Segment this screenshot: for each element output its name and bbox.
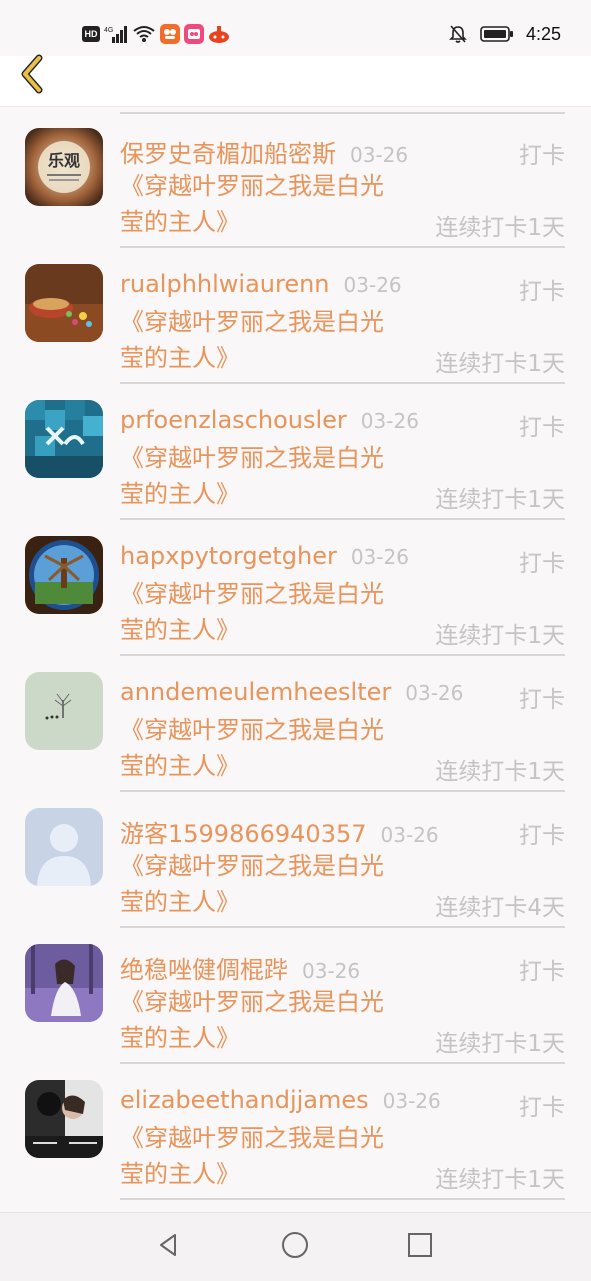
checkin-label: 打卡 bbox=[519, 959, 565, 985]
checkin-list[interactable]: 乐观 保罗史奇楣加船密斯 03-26 打卡 《穿越叶罗丽之我是白光莹的主人》 连续… bbox=[0, 112, 591, 1212]
nav-back-button[interactable] bbox=[150, 1229, 186, 1265]
checkin-label: 打卡 bbox=[519, 823, 565, 849]
user-name[interactable]: 绝稳唑健倜棍跸 03-26 bbox=[120, 950, 360, 985]
chevron-left-icon bbox=[17, 54, 47, 98]
checkin-label: 打卡 bbox=[519, 415, 565, 441]
book-title[interactable]: 《穿越叶罗丽之我是白光莹的主人》 bbox=[120, 848, 400, 920]
book-title[interactable]: 《穿越叶罗丽之我是白光莹的主人》 bbox=[120, 168, 400, 240]
avatar[interactable] bbox=[25, 536, 103, 614]
user-name[interactable]: hapxpytorgetgher 03-26 bbox=[120, 542, 409, 570]
user-name-text[interactable]: prfoenzlaschousler bbox=[120, 406, 347, 434]
list-item[interactable]: elizabeethandjjames 03-26 打卡 《穿越叶罗丽之我是白光莹… bbox=[0, 1064, 591, 1200]
battery-icon bbox=[480, 25, 514, 43]
nav-recents-button[interactable] bbox=[402, 1229, 438, 1265]
book-title[interactable]: 《穿越叶罗丽之我是白光莹的主人》 bbox=[120, 1120, 400, 1192]
app-icon bbox=[208, 24, 230, 44]
list-item[interactable]: rualphhlwiaurenn 03-26 打卡 《穿越叶罗丽之我是白光莹的主人… bbox=[0, 248, 591, 384]
user-name[interactable]: 保罗史奇楣加船密斯 03-26 bbox=[120, 134, 408, 169]
user-name[interactable]: rualphhlwiaurenn 03-26 bbox=[120, 270, 402, 298]
list-item[interactable]: 乐观 保罗史奇楣加船密斯 03-26 打卡 《穿越叶罗丽之我是白光莹的主人》 连续… bbox=[0, 112, 591, 248]
list-item[interactable]: anndemeulemheeslter 03-26 打卡 《穿越叶罗丽之我是白光莹… bbox=[0, 656, 591, 792]
user-name[interactable]: prfoenzlaschousler 03-26 bbox=[120, 406, 419, 434]
status-right-icons: 4:25 bbox=[448, 20, 561, 48]
square-recents-icon bbox=[407, 1232, 433, 1262]
date: 03-26 bbox=[382, 1089, 441, 1113]
list-item[interactable]: prfoenzlaschousler 03-26 打卡 《穿越叶罗丽之我是白光莹的… bbox=[0, 384, 591, 520]
hd-icon: HD bbox=[82, 26, 100, 42]
user-name[interactable]: 游客1599866940357 03-26 bbox=[120, 814, 439, 849]
date: 03-26 bbox=[405, 681, 464, 705]
streak-text: 连续打卡1天 bbox=[435, 215, 565, 241]
back-button[interactable] bbox=[12, 54, 52, 98]
row-divider bbox=[120, 1198, 565, 1200]
mute-icon bbox=[448, 24, 468, 44]
date: 03-26 bbox=[350, 143, 409, 167]
status-bar: HD 4G 4:25 bbox=[0, 0, 591, 56]
book-title[interactable]: 《穿越叶罗丽之我是白光莹的主人》 bbox=[120, 440, 400, 512]
user-name-text[interactable]: hapxpytorgetgher bbox=[120, 542, 337, 570]
date: 03-26 bbox=[350, 545, 409, 569]
status-time: 4:25 bbox=[525, 23, 561, 44]
list-item[interactable]: 绝稳唑健倜棍跸 03-26 打卡 《穿越叶罗丽之我是白光莹的主人》 连续打卡1天 bbox=[0, 928, 591, 1064]
signal-icon: 4G bbox=[104, 25, 128, 43]
streak-text: 连续打卡1天 bbox=[435, 1167, 565, 1193]
streak-text: 连续打卡1天 bbox=[435, 351, 565, 377]
book-title[interactable]: 《穿越叶罗丽之我是白光莹的主人》 bbox=[120, 576, 400, 648]
checkin-label: 打卡 bbox=[519, 279, 565, 305]
avatar[interactable] bbox=[25, 672, 103, 750]
streak-text: 连续打卡1天 bbox=[435, 1031, 565, 1057]
list-item[interactable]: hapxpytorgetgher 03-26 打卡 《穿越叶罗丽之我是白光莹的主人… bbox=[0, 520, 591, 656]
list-item[interactable]: 游客1599866940357 03-26 打卡 《穿越叶罗丽之我是白光莹的主人》… bbox=[0, 792, 591, 928]
streak-text: 连续打卡4天 bbox=[435, 895, 565, 921]
streak-text: 连续打卡1天 bbox=[435, 487, 565, 513]
streak-text: 连续打卡1天 bbox=[435, 623, 565, 649]
user-name[interactable]: anndemeulemheeslter 03-26 bbox=[120, 678, 463, 706]
checkin-label: 打卡 bbox=[519, 687, 565, 713]
date: 03-26 bbox=[343, 273, 402, 297]
date: 03-26 bbox=[360, 409, 419, 433]
avatar[interactable] bbox=[25, 400, 103, 478]
checkin-label: 打卡 bbox=[519, 1095, 565, 1121]
user-name-text[interactable]: rualphhlwiaurenn bbox=[120, 270, 330, 298]
system-nav-bar bbox=[0, 1212, 591, 1281]
book-title[interactable]: 《穿越叶罗丽之我是白光莹的主人》 bbox=[120, 304, 400, 376]
user-name-text[interactable]: anndemeulemheeslter bbox=[120, 678, 391, 706]
wifi-icon bbox=[132, 25, 156, 43]
app-icon bbox=[160, 24, 180, 44]
avatar[interactable] bbox=[25, 264, 103, 342]
user-name-text[interactable]: 游客1599866940357 bbox=[120, 820, 367, 848]
user-name-text[interactable]: 保罗史奇楣加船密斯 bbox=[120, 140, 336, 168]
date: 03-26 bbox=[302, 959, 361, 983]
checkin-label: 打卡 bbox=[519, 143, 565, 169]
avatar-text: 乐观 bbox=[48, 151, 80, 170]
checkin-label: 打卡 bbox=[519, 551, 565, 577]
date: 03-26 bbox=[380, 823, 439, 847]
circle-home-icon bbox=[281, 1231, 309, 1263]
signal-label: 4G bbox=[104, 27, 113, 34]
avatar[interactable] bbox=[25, 944, 103, 1022]
app-icon bbox=[184, 24, 204, 44]
triangle-back-icon bbox=[155, 1232, 181, 1262]
page-header bbox=[0, 54, 591, 107]
book-title[interactable]: 《穿越叶罗丽之我是白光莹的主人》 bbox=[120, 984, 400, 1056]
avatar[interactable] bbox=[25, 808, 103, 886]
book-title[interactable]: 《穿越叶罗丽之我是白光莹的主人》 bbox=[120, 712, 400, 784]
status-left-icons: HD 4G bbox=[82, 22, 230, 46]
user-name[interactable]: elizabeethandjjames 03-26 bbox=[120, 1086, 441, 1114]
avatar[interactable]: 乐观 bbox=[25, 128, 103, 206]
nav-home-button[interactable] bbox=[277, 1229, 313, 1265]
user-name-text[interactable]: elizabeethandjjames bbox=[120, 1086, 369, 1114]
avatar[interactable] bbox=[25, 1080, 103, 1158]
streak-text: 连续打卡1天 bbox=[435, 759, 565, 785]
user-name-text[interactable]: 绝稳唑健倜棍跸 bbox=[120, 956, 288, 984]
